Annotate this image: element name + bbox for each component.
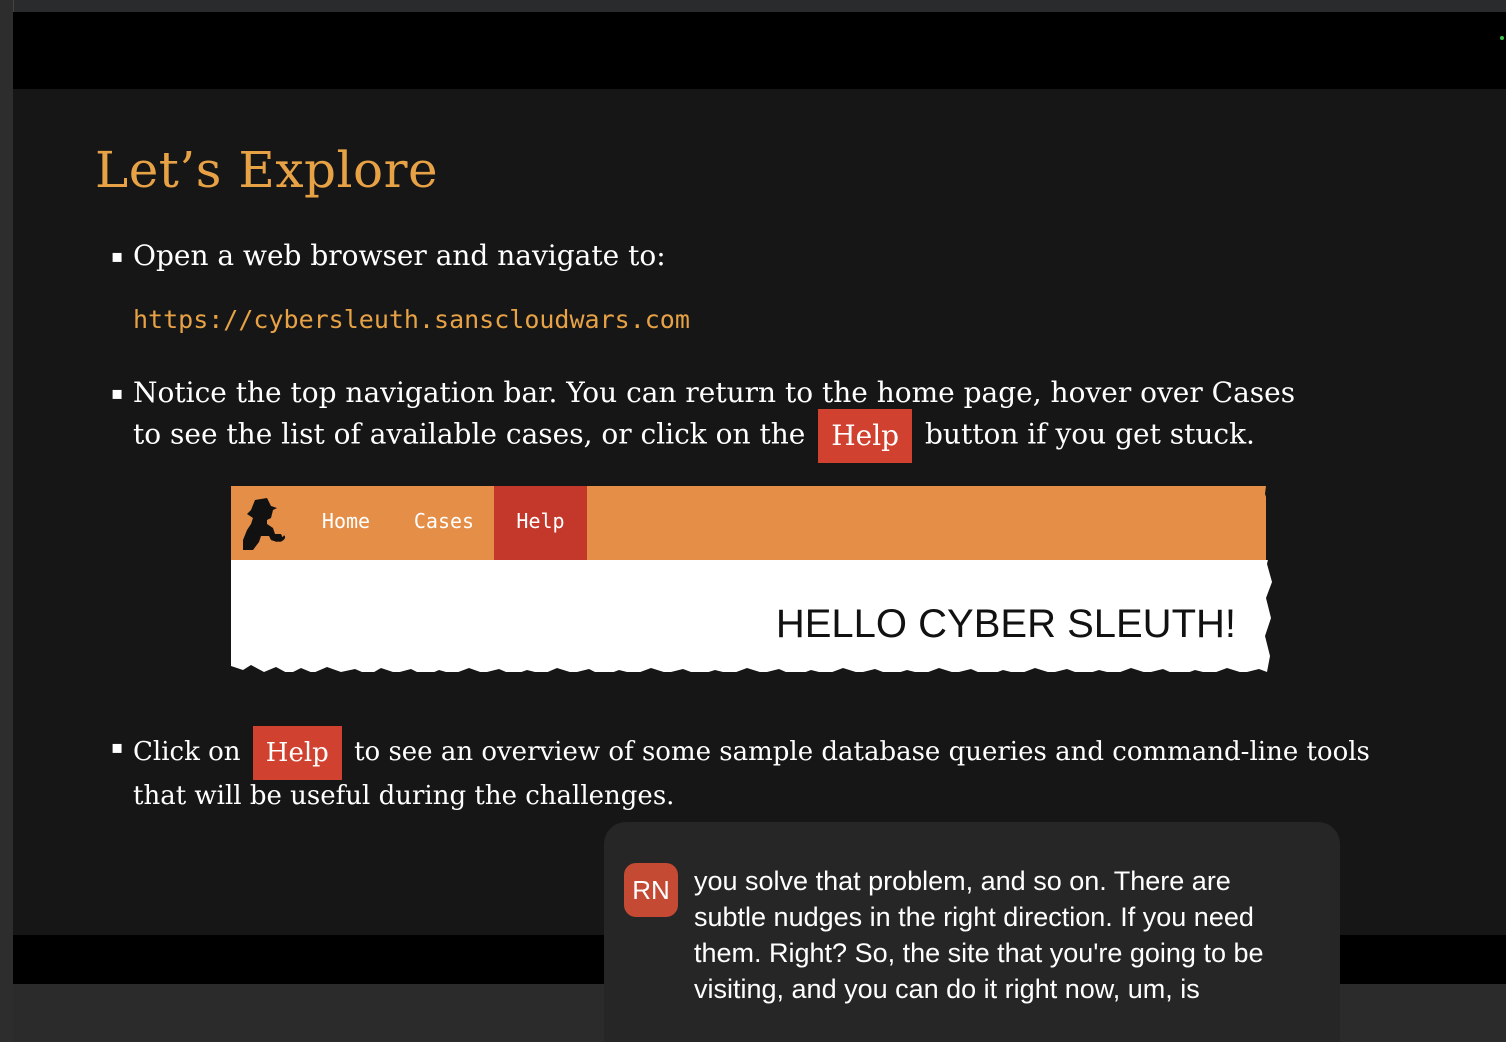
bullet-2-line-1: Notice the top navigation bar. You can r…: [133, 376, 1296, 409]
live-caption-panel: RN you solve that problem, and so on. Th…: [604, 822, 1340, 1042]
bullet-3-line-2: that will be useful during the challenge…: [133, 781, 675, 811]
caption-line: visiting, and you can do it right now, u…: [694, 974, 1200, 1004]
status-dot-icon: [1500, 36, 1504, 40]
bullet-3-line-1-start: Click on: [133, 737, 241, 767]
bullet-3-line-1-end: to see an overview of some sample databa…: [354, 737, 1370, 767]
bullet-2-line-2-start: to see the list of available cases, or c…: [133, 417, 806, 451]
window-left-edge: [0, 0, 14, 1042]
caption-line: subtle nudges in the right direction. If…: [694, 902, 1254, 932]
letterbox-top: [13, 12, 1506, 89]
slide-title: Let’s Explore: [95, 141, 439, 199]
window-top-strip: [0, 0, 1506, 12]
speaker-avatar: RN: [624, 863, 678, 917]
cybersleuth-url-link[interactable]: https://cybersleuth.sanscloudwars.com: [133, 305, 690, 334]
bullet-3-line-1: Click on Help to see an overview of some…: [133, 726, 1370, 780]
torn-paper-edge: [231, 486, 1274, 680]
bullet-1-text: Open a web browser and navigate to:: [133, 239, 666, 272]
bullet-marker: ▪: [111, 246, 124, 267]
bullet-2-line-2-end: button if you get stuck.: [925, 417, 1255, 451]
help-button-highlight: Help: [252, 726, 342, 780]
bullet-2-line-2: to see the list of available cases, or c…: [133, 409, 1255, 463]
cybersleuth-site-screenshot: Home Cases Help HELLO CYBER SLEUTH!: [231, 486, 1274, 680]
help-button-highlight: Help: [818, 409, 913, 463]
caption-line: them. Right? So, the site that you're go…: [694, 938, 1264, 968]
meeting-window: Let’s Explore ▪ Open a web browser and n…: [0, 0, 1506, 1042]
bullet-marker: ▪: [111, 383, 124, 404]
caption-line: you solve that problem, and so on. There…: [694, 866, 1231, 896]
bullet-marker: ▪: [111, 737, 124, 758]
shared-slide: Let’s Explore ▪ Open a web browser and n…: [13, 89, 1506, 935]
